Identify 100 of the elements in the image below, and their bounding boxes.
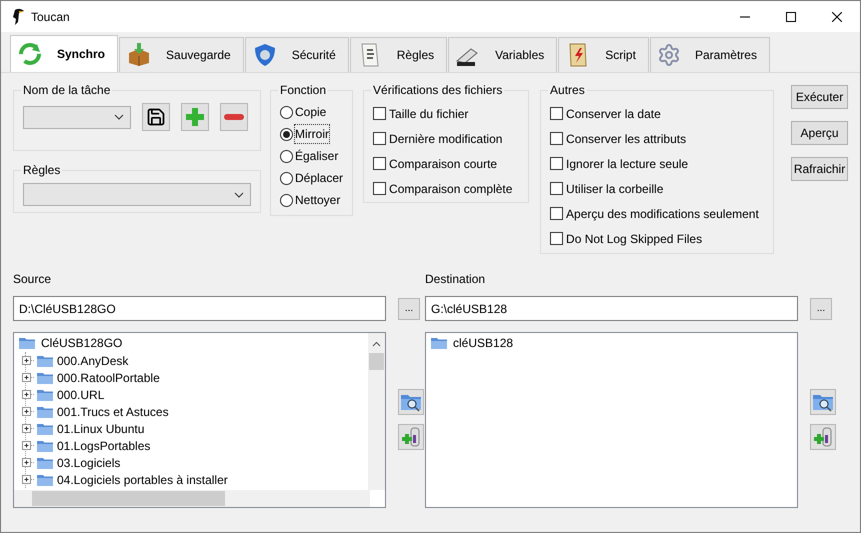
tree-item[interactable]: cléUSB128	[453, 334, 514, 352]
folder-icon	[18, 336, 36, 350]
chevron-down-icon	[234, 192, 244, 198]
folder-icon	[36, 388, 54, 402]
folder-icon	[430, 336, 448, 350]
tree-item[interactable]: 03.Logiciels	[57, 454, 120, 472]
checkbox-label: Ignorer la lecture seule	[566, 156, 688, 172]
close-icon	[832, 12, 842, 22]
folder-icon	[36, 472, 54, 486]
radio-button[interactable]	[280, 150, 293, 162]
sync-icon	[17, 42, 43, 66]
checkbox[interactable]	[550, 232, 564, 245]
add-drive-button[interactable]	[398, 424, 424, 450]
checkbox[interactable]	[373, 132, 386, 145]
action-button[interactable]: Rafraichir	[791, 157, 848, 181]
bird-icon	[11, 8, 25, 26]
save-icon	[146, 107, 166, 127]
folder-icon	[36, 438, 54, 452]
window-title: Toucan	[31, 8, 70, 26]
checkbox[interactable]	[373, 157, 386, 170]
tree-item[interactable]: 001.Trucs et Astuces	[57, 402, 169, 420]
folder-icon	[36, 422, 54, 436]
tree-item[interactable]: 000.AnyDesk	[57, 352, 128, 370]
folder-magnifier-icon	[400, 392, 422, 412]
tab[interactable]: Sauvegarde	[119, 37, 244, 72]
browse-button[interactable]: ...	[810, 298, 832, 320]
expand-icon[interactable]	[22, 424, 34, 433]
group-title: Règles	[22, 162, 62, 179]
section-label: Source	[13, 271, 52, 287]
checkbox-label: Conserver les attributs	[566, 130, 686, 148]
tab[interactable]: Synchro	[10, 35, 118, 72]
scroll-thumb[interactable]	[369, 353, 384, 370]
plus-icon	[184, 106, 206, 128]
tree-item[interactable]: 000.URL	[57, 386, 104, 404]
tab[interactable]: Sécurité	[244, 37, 349, 72]
remove-button[interactable]	[220, 103, 248, 131]
group-title: Fonction	[279, 82, 328, 99]
expand-icon[interactable]	[22, 407, 34, 416]
checkbox[interactable]	[550, 157, 564, 170]
radio-label: Déplacer	[295, 170, 344, 187]
tree-item[interactable]: 000.RatoolPortable	[57, 368, 160, 386]
folder-icon	[36, 370, 54, 384]
group-title: Vérifications des fichiers	[372, 82, 504, 99]
checkbox[interactable]	[373, 107, 386, 120]
expand-icon[interactable]	[22, 458, 34, 467]
folder-magnifier-icon	[812, 392, 834, 412]
checkbox-label: Utiliser la corbeille	[566, 180, 664, 198]
browse-folder-button[interactable]	[810, 389, 836, 415]
minus-icon	[223, 113, 245, 121]
radio-button[interactable]	[280, 172, 293, 184]
tab[interactable]: Script	[558, 37, 649, 72]
expand-icon[interactable]	[22, 390, 34, 399]
add-drive-button[interactable]	[810, 424, 836, 450]
browse-button[interactable]: ...	[398, 298, 420, 320]
radio-label: Nettoyer	[295, 192, 340, 209]
tab[interactable]: Règles	[350, 37, 448, 72]
expand-icon[interactable]	[22, 441, 34, 450]
checkbox[interactable]	[550, 207, 564, 220]
action-button[interactable]: Aperçu	[791, 121, 848, 145]
tree-item[interactable]: 04.Logiciels portables à installer	[57, 470, 228, 488]
gears-icon	[656, 43, 681, 67]
path-field[interactable]: D:\CléUSB128GO	[13, 296, 386, 321]
radio-label: Égaliser	[295, 148, 338, 165]
checkbox-label: Aperçu des modifications seulement	[566, 206, 759, 222]
checkbox[interactable]	[373, 182, 386, 195]
action-button[interactable]: Exécuter	[791, 85, 848, 109]
radio-label: Mirroir	[295, 125, 329, 143]
checkbox[interactable]	[550, 107, 564, 120]
path-field[interactable]: G:\cléUSB128	[425, 296, 798, 321]
maximize-icon	[786, 12, 796, 22]
folder-icon	[36, 404, 54, 418]
radio-label: Copie	[295, 104, 326, 121]
tab[interactable]: Paramètres	[650, 37, 770, 72]
tree-item[interactable]: 01.Linux Ubuntu	[57, 420, 144, 438]
expand-icon[interactable]	[22, 373, 34, 382]
browse-folder-button[interactable]	[398, 389, 424, 415]
checkbox[interactable]	[550, 182, 564, 195]
usb-plus-icon	[400, 426, 422, 448]
usb-plus-icon	[812, 426, 834, 448]
tree-item[interactable]: CléUSB128GO	[41, 334, 122, 352]
checkbox[interactable]	[550, 132, 564, 145]
checkbox-label: Dernière modification	[389, 130, 502, 148]
scroll-thumb[interactable]	[32, 491, 225, 506]
radio-button[interactable]	[280, 194, 293, 206]
expand-icon[interactable]	[22, 475, 34, 484]
section-label: Destination	[425, 271, 486, 287]
tab[interactable]: Variables	[448, 37, 558, 72]
horizontal-scrollbar[interactable]	[14, 490, 370, 507]
radio-button[interactable]	[280, 106, 293, 118]
vertical-scrollbar[interactable]	[368, 333, 385, 490]
checkbox-label: Do Not Log Skipped Files	[566, 230, 702, 248]
chevron-down-icon	[114, 114, 124, 120]
expand-icon[interactable]	[22, 356, 34, 365]
checkbox-label: Taille du fichier	[389, 106, 468, 122]
radio-button[interactable]	[280, 128, 293, 140]
folder-icon	[36, 456, 54, 470]
checkbox-label: Comparaison courte	[389, 156, 498, 172]
save-button[interactable]	[142, 103, 170, 131]
checkbox-label: Conserver la date	[566, 106, 661, 122]
tree-item[interactable]: 01.LogsPortables	[57, 436, 150, 454]
